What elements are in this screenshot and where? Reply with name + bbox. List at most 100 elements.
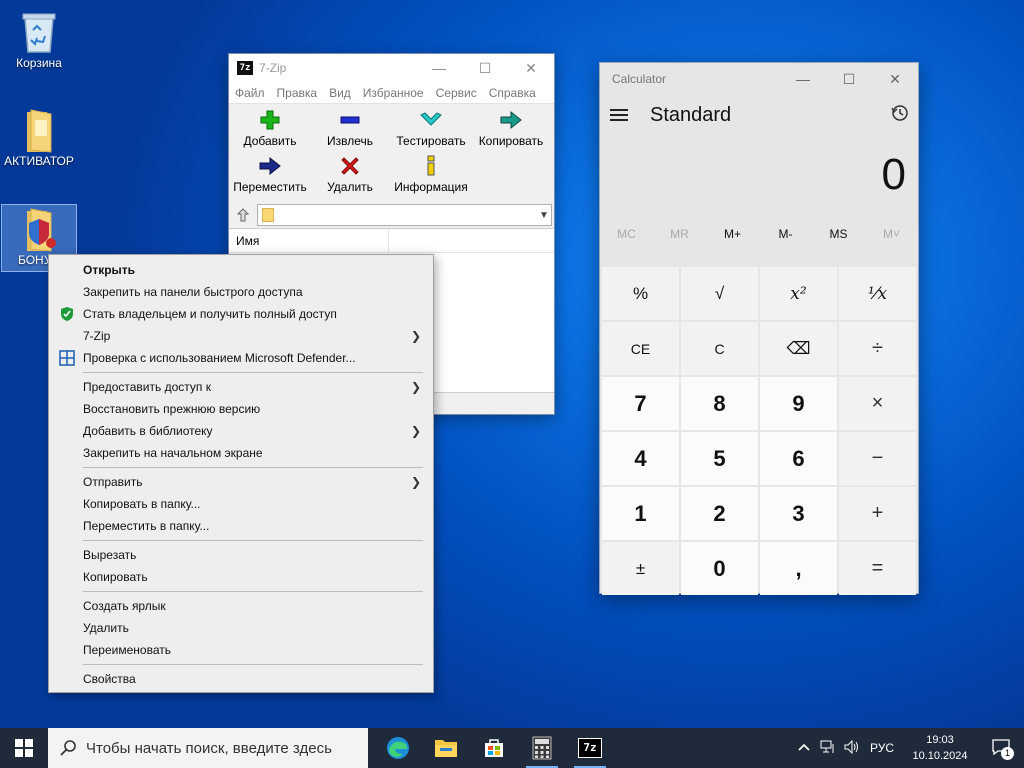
menu-item-restore-previous[interactable]: Восстановить прежнюю версию <box>49 398 433 420</box>
minimize-button[interactable]: — <box>780 63 826 95</box>
menu-item-share-with[interactable]: Предоставить доступ к ❯ <box>49 376 433 398</box>
menu-item-copy[interactable]: Копировать <box>49 566 433 588</box>
check-icon <box>390 108 472 132</box>
store-icon <box>485 739 503 757</box>
menu-view[interactable]: Вид <box>329 86 351 100</box>
menu-edit[interactable]: Правка <box>277 86 318 100</box>
windows-logo-icon <box>15 739 33 757</box>
copy-button[interactable]: Копировать <box>470 108 552 148</box>
key-reciprocal[interactable]: ¹⁄x <box>839 267 916 320</box>
menu-item-label: Восстановить прежнюю версию <box>83 402 261 416</box>
memory-recall-button[interactable]: MR <box>653 227 706 241</box>
taskbar-clock[interactable]: 19:03 10.10.2024 <box>900 732 980 764</box>
maximize-button[interactable]: ☐ <box>826 63 872 95</box>
key-plus[interactable]: + <box>839 487 916 540</box>
menu-item-label: Открыть <box>83 263 136 277</box>
key-2[interactable]: 2 <box>681 487 758 540</box>
menu-help[interactable]: Справка <box>489 86 536 100</box>
key-0[interactable]: 0 <box>681 542 758 595</box>
delete-button[interactable]: Удалить <box>309 154 391 194</box>
menu-item-move-to-folder[interactable]: Переместить в папку... <box>49 515 433 537</box>
menu-favorites[interactable]: Избранное <box>363 86 424 100</box>
menu-item-label: Проверка с использованием Microsoft Defe… <box>83 351 356 365</box>
key-8[interactable]: 8 <box>681 377 758 430</box>
start-button[interactable] <box>0 728 48 768</box>
address-combobox[interactable]: ▼ <box>257 204 552 226</box>
calculator-titlebar[interactable]: Calculator — ☐ ✕ <box>600 63 918 95</box>
extract-button[interactable]: Извлечь <box>309 108 391 148</box>
desktop-icon-recycle-bin[interactable]: Корзина <box>1 8 77 70</box>
up-folder-button[interactable] <box>229 203 257 227</box>
menu-item-label: Создать ярлык <box>83 599 166 613</box>
memory-subtract-button[interactable]: M- <box>759 227 812 241</box>
history-icon[interactable] <box>882 104 918 127</box>
taskbar-file-explorer[interactable] <box>422 728 470 768</box>
menu-item-open[interactable]: Открыть <box>49 259 433 281</box>
chevron-down-icon[interactable]: ▼ <box>537 210 551 221</box>
key-backspace[interactable]: ⌫ <box>760 322 837 375</box>
info-button[interactable]: Информация <box>390 154 472 194</box>
7zip-titlebar[interactable]: 7z 7-Zip — ☐ ✕ <box>229 54 554 82</box>
menu-item-properties[interactable]: Свойства <box>49 668 433 690</box>
input-language-indicator[interactable]: РУС <box>864 741 900 755</box>
key-1[interactable]: 1 <box>602 487 679 540</box>
menu-item-pin-start[interactable]: Закрепить на начальном экране <box>49 442 433 464</box>
taskbar-edge[interactable] <box>374 728 422 768</box>
key-6[interactable]: 6 <box>760 432 837 485</box>
taskbar-7zip[interactable]: 7z <box>566 728 614 768</box>
notification-center-button[interactable]: 1 <box>980 728 1024 768</box>
memory-add-button[interactable]: M+ <box>706 227 759 241</box>
key-clear-entry[interactable]: CE <box>602 322 679 375</box>
menu-tools[interactable]: Сервис <box>436 86 477 100</box>
move-button[interactable]: Переместить <box>229 154 311 194</box>
menu-item-pin-quick-access[interactable]: Закрепить на панели быстрого доступа <box>49 281 433 303</box>
desktop-icon-activator[interactable]: АКТИВАТОР <box>1 106 77 168</box>
test-button[interactable]: Тестировать <box>390 108 472 148</box>
key-9[interactable]: 9 <box>760 377 837 430</box>
menu-item-copy-to-folder[interactable]: Копировать в папку... <box>49 493 433 515</box>
menu-item-create-shortcut[interactable]: Создать ярлык <box>49 595 433 617</box>
key-3[interactable]: 3 <box>760 487 837 540</box>
menu-item-add-to-library[interactable]: Добавить в библиотеку ❯ <box>49 420 433 442</box>
minimize-button[interactable]: — <box>416 54 462 82</box>
menu-item-send-to[interactable]: Отправить ❯ <box>49 471 433 493</box>
key-percent[interactable]: % <box>602 267 679 320</box>
menu-file[interactable]: Файл <box>235 86 265 100</box>
hamburger-menu-icon[interactable] <box>610 109 628 121</box>
key-clear[interactable]: C <box>681 322 758 375</box>
key-minus[interactable]: − <box>839 432 916 485</box>
menu-item-defender-scan[interactable]: Проверка с использованием Microsoft Defe… <box>49 347 433 369</box>
defender-icon <box>59 350 75 366</box>
key-decimal[interactable]: , <box>760 542 837 595</box>
memory-list-button[interactable]: M˅ <box>865 227 918 241</box>
column-name[interactable]: Имя <box>229 229 389 252</box>
menu-item-7zip[interactable]: 7-Zip ❯ <box>49 325 433 347</box>
key-sqrt[interactable]: √ <box>681 267 758 320</box>
close-button[interactable]: ✕ <box>508 54 554 82</box>
key-5[interactable]: 5 <box>681 432 758 485</box>
key-negate[interactable]: ± <box>602 542 679 595</box>
taskbar-search-box[interactable]: Чтобы начать поиск, введите здесь <box>48 728 368 768</box>
menu-item-take-ownership[interactable]: Стать владельцем и получить полный досту… <box>49 303 433 325</box>
show-hidden-icons-chevron-icon[interactable] <box>792 741 816 755</box>
memory-clear-button[interactable]: MC <box>600 227 653 241</box>
maximize-button[interactable]: ☐ <box>462 54 508 82</box>
key-equals[interactable]: = <box>839 542 916 595</box>
key-multiply[interactable]: × <box>839 377 916 430</box>
taskbar-calculator[interactable] <box>518 728 566 768</box>
menu-item-rename[interactable]: Переименовать <box>49 639 433 661</box>
memory-store-button[interactable]: MS <box>812 227 865 241</box>
taskbar-store[interactable] <box>470 728 518 768</box>
search-placeholder: Чтобы начать поиск, введите здесь <box>86 739 332 757</box>
key-square[interactable]: x² <box>760 267 837 320</box>
menu-item-delete[interactable]: Удалить <box>49 617 433 639</box>
key-divide[interactable]: ÷ <box>839 322 916 375</box>
close-button[interactable]: ✕ <box>872 63 918 95</box>
volume-icon[interactable] <box>840 739 864 757</box>
network-icon[interactable] <box>816 740 840 757</box>
key-4[interactable]: 4 <box>602 432 679 485</box>
add-button[interactable]: Добавить <box>229 108 311 148</box>
menu-item-cut[interactable]: Вырезать <box>49 544 433 566</box>
key-7[interactable]: 7 <box>602 377 679 430</box>
menu-item-label: Предоставить доступ к <box>83 380 211 394</box>
